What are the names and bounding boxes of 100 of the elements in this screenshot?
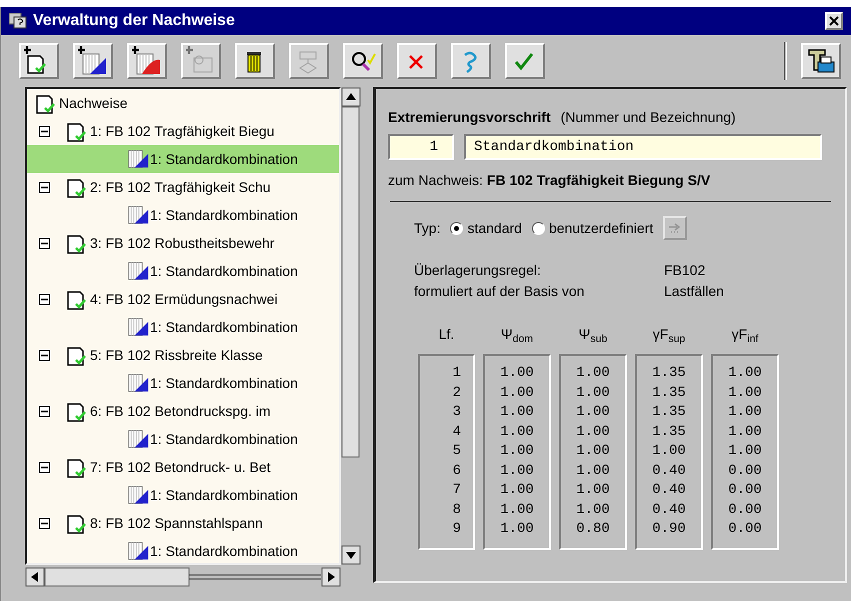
- table-cell-text: 0.00: [727, 481, 763, 500]
- table-cell-text: 9: [452, 520, 461, 539]
- tree-item[interactable]: 7: FB 102 Betondruck- u. Bet: [90, 456, 271, 478]
- tree-item[interactable]: 6: FB 102 Betondruckspg. im: [90, 400, 271, 422]
- tree-item-label: 1: Standardkombination: [150, 318, 298, 336]
- tree-item-row[interactable]: 1: Standardkombination: [27, 257, 339, 285]
- tree-item[interactable]: 1: FB 102 Tragfähigkeit Biegu: [90, 120, 274, 142]
- name-field[interactable]: Standardkombination: [464, 134, 822, 160]
- tree-item-row[interactable]: 1: Standardkombination: [27, 145, 339, 173]
- tree-item[interactable]: 5: FB 102 Rissbreite Klasse: [90, 344, 263, 366]
- toolbar-button[interactable]: [19, 43, 59, 79]
- table-cell-text: 1.00: [727, 422, 763, 442]
- tree-item-label: 1: Standardkombination: [150, 150, 298, 168]
- toolbar-button[interactable]: [801, 43, 841, 79]
- table-cell-text: 1.00: [499, 364, 535, 383]
- table-cell-text: 1.00: [575, 403, 611, 422]
- chart-icon: [127, 540, 149, 562]
- radio-button[interactable]: [450, 222, 464, 234]
- tree-item[interactable]: 8: FB 102 Spannstahlspann: [90, 512, 263, 534]
- table-cell-text: 7: [452, 481, 461, 500]
- column-header: Ψ$_{sub}$: [578, 325, 608, 347]
- table-cell-text: 1.00: [727, 403, 763, 422]
- arrow-icon: [668, 222, 682, 234]
- collapse-toggle[interactable]: [39, 462, 50, 472]
- table-cell-text: 1.00: [499, 500, 535, 520]
- chart-icon: [127, 204, 149, 226]
- number-field[interactable]: 1: [388, 134, 454, 160]
- tree-item[interactable]: 4: FB 102 Ermüdungsnachwei: [90, 288, 278, 310]
- table-cell-text: 0.40: [651, 500, 687, 520]
- tree-item-label: 1: Standardkombination: [150, 374, 298, 392]
- tree-item-row[interactable]: 1: Standardkombination: [27, 201, 339, 229]
- close-button[interactable]: [825, 12, 843, 30]
- chart-icon: [127, 428, 149, 450]
- close-icon: [829, 16, 839, 26]
- collapse-toggle[interactable]: [39, 182, 50, 192]
- table-cell-text: 1: [452, 364, 461, 383]
- info-label: Überlagerungsregel:: [414, 261, 542, 280]
- column-header: Ψ$_{dom}$: [500, 325, 534, 347]
- table-cell-text: 0.00: [727, 500, 763, 520]
- collapse-toggle[interactable]: [39, 406, 50, 416]
- tree-item-row[interactable]: 1: Standardkombination: [27, 425, 339, 453]
- radio-label: benutzerdefiniert: [548, 218, 654, 238]
- column-header: γF$_{sup}$: [652, 325, 686, 347]
- collapse-toggle[interactable]: [39, 294, 50, 304]
- window-icon: [9, 13, 27, 29]
- table-cell-text: 1.35: [651, 403, 687, 422]
- toolbar-button[interactable]: [343, 43, 383, 79]
- info-value: Lastfällen: [664, 282, 725, 301]
- table-cell-text: 1.00: [575, 384, 611, 402]
- chart-icon: [127, 260, 149, 282]
- collapse-toggle[interactable]: [39, 238, 50, 248]
- chart-icon: [127, 148, 149, 170]
- toolbar-button[interactable]: [73, 43, 113, 79]
- horizontal-scrollbar[interactable]: [25, 567, 341, 587]
- table-cell-text: 1.00: [499, 462, 535, 480]
- chart-icon: [127, 372, 149, 394]
- table-cell-text: 1.00: [575, 364, 611, 383]
- column-header: Lf.: [438, 325, 454, 344]
- tree-item-row[interactable]: 1: Standardkombination: [27, 537, 339, 563]
- tree-item[interactable]: Nachweise: [59, 92, 128, 114]
- table-cell-text: 1.35: [651, 384, 687, 402]
- window-title: Verwaltung der Nachweise: [33, 11, 236, 31]
- table-cell-text: 0.00: [727, 462, 763, 480]
- tree-item-label: 1: Standardkombination: [150, 430, 298, 448]
- table-cell-text: 0.90: [651, 520, 687, 539]
- table-cell-text: 4: [452, 422, 461, 442]
- table-cell-text: 5: [452, 442, 461, 461]
- table-cell-text: 1.35: [651, 364, 687, 383]
- collapse-toggle[interactable]: [39, 350, 50, 360]
- table-cell-text: 1.35: [651, 422, 687, 442]
- table-cell-text: 1.00: [575, 500, 611, 520]
- table-cell-text: 1.00: [499, 442, 535, 461]
- section-heading: Extremierungsvorschrift: [388, 108, 551, 127]
- info-value: FB102: [664, 261, 706, 280]
- table-cell-text: 1.00: [727, 442, 763, 461]
- collapse-toggle[interactable]: [39, 518, 50, 528]
- tree-item-row[interactable]: 1: Standardkombination: [27, 481, 339, 509]
- tree-item[interactable]: 3: FB 102 Robustheitsbewehr: [90, 232, 274, 254]
- tree-item-label: 1: Standardkombination: [150, 542, 298, 560]
- tree-item-row[interactable]: 1: Standardkombination: [27, 369, 339, 397]
- tree-item-row[interactable]: 1: Standardkombination: [27, 313, 339, 341]
- column-header: γF$_{inf}$: [732, 325, 758, 347]
- collapse-toggle[interactable]: [39, 126, 50, 136]
- table-cell-text: 0.40: [651, 481, 687, 500]
- toolbar-button[interactable]: [235, 43, 275, 79]
- table-cell-text: 2: [452, 384, 461, 402]
- table-cell-text: 0.80: [575, 520, 611, 539]
- table-cell-text: 0.00: [727, 520, 763, 539]
- proof-label: zum Nachweis:: [388, 171, 483, 190]
- table-cell-text: 1.00: [651, 442, 687, 461]
- type-label: Typ:: [414, 218, 440, 238]
- radio-button[interactable]: [532, 222, 545, 234]
- table-cell-text: 1.00: [499, 481, 535, 500]
- table-cell-text: 1.00: [499, 520, 535, 539]
- table-cell-text: 3: [452, 403, 461, 422]
- table-cell-text: 6: [452, 462, 461, 480]
- table-cell-text: 1.00: [499, 384, 535, 402]
- table-cell-text: 8: [452, 500, 461, 520]
- vertical-scrollbar[interactable]: [341, 87, 361, 565]
- tree-item[interactable]: 2: FB 102 Tragfähigkeit Schu: [90, 176, 271, 198]
